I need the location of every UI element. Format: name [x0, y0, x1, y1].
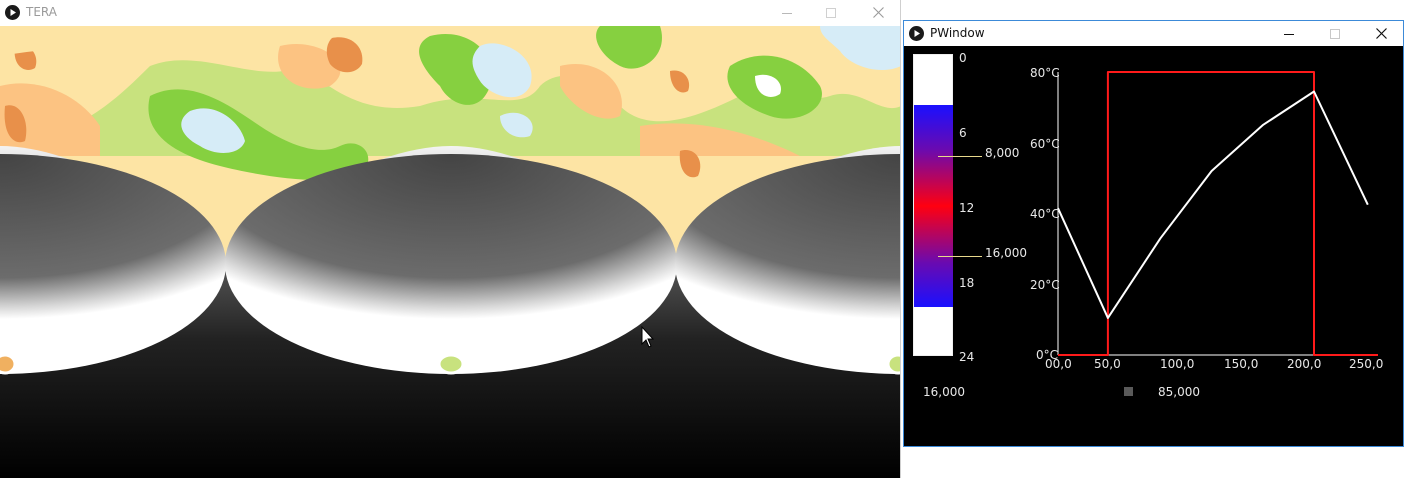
maximize-button[interactable] — [1312, 21, 1358, 46]
close-icon — [1375, 28, 1387, 39]
pwindow: PWindow 0 6 12 18 24 8,000 16,000 16,000… — [903, 20, 1404, 447]
window-title: TERA — [26, 5, 57, 19]
maximize-icon — [1330, 28, 1340, 39]
field-node — [0, 353, 17, 375]
minimize-icon — [1284, 33, 1294, 35]
swatch-value: 85,000 — [1158, 385, 1200, 399]
color-swatch[interactable] — [1124, 387, 1133, 396]
simulation-canvas[interactable] — [0, 26, 900, 478]
maximize-button[interactable] — [808, 0, 854, 25]
y-tick-label: 80°C — [1030, 66, 1060, 80]
x-tick-label: 200,0 — [1287, 357, 1322, 371]
series-line-1 — [1057, 90, 1369, 319]
field-lobe — [225, 154, 677, 374]
x-tick-label: 250,0 — [1349, 357, 1384, 371]
app-play-icon — [5, 5, 20, 20]
minimize-button[interactable] — [1266, 21, 1312, 46]
y-tick-label: 60°C — [1030, 137, 1060, 151]
close-button[interactable] — [855, 0, 901, 25]
pwindow-title-bar[interactable]: PWindow — [904, 21, 1403, 46]
x-tick-label: 100,0 — [1160, 357, 1195, 371]
x-tick-label: 50,0 — [1094, 357, 1121, 371]
temperature-chart — [1057, 71, 1378, 356]
field-node — [437, 353, 465, 375]
maximize-icon — [826, 7, 836, 18]
minimize-icon — [782, 12, 792, 14]
close-icon — [872, 7, 884, 18]
y-tick-label: 20°C — [1030, 278, 1060, 292]
app-play-icon — [909, 26, 924, 41]
y-tick-label: 40°C — [1030, 207, 1060, 221]
x-tick-label: 00,0 — [1045, 357, 1072, 371]
terrain-render — [0, 26, 900, 478]
tera-window: TERA — [0, 0, 901, 478]
pwindow-canvas: 0 6 12 18 24 8,000 16,000 16,000 80°C 60… — [904, 46, 1403, 446]
window-title: PWindow — [930, 26, 985, 40]
close-button[interactable] — [1358, 21, 1404, 46]
tera-title-bar[interactable]: TERA — [0, 0, 900, 25]
minimize-button[interactable] — [764, 0, 810, 25]
x-tick-label: 150,0 — [1224, 357, 1259, 371]
field-node — [886, 353, 900, 375]
